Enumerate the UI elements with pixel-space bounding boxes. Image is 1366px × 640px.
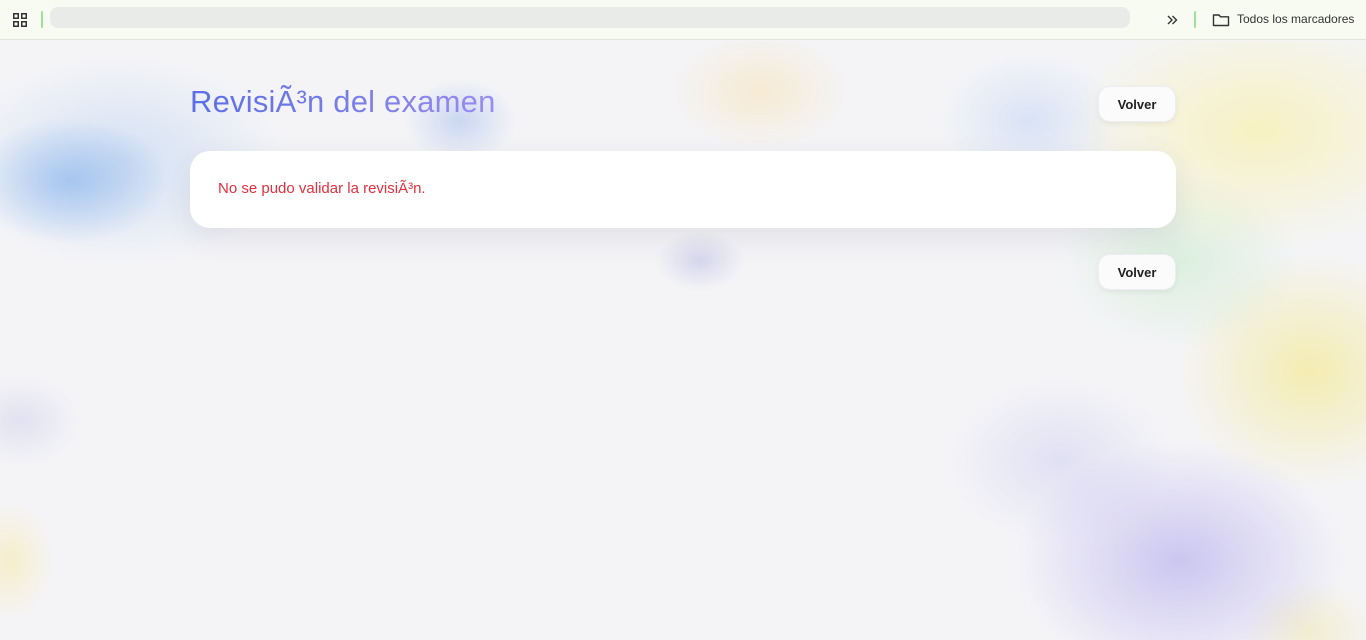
back-button[interactable]: Volver bbox=[1098, 86, 1176, 122]
all-bookmarks-link[interactable]: Todos los marcadores bbox=[1237, 12, 1354, 26]
apps-grid-icon[interactable] bbox=[13, 13, 27, 27]
blurred-bookmarks bbox=[50, 7, 1130, 28]
chevron-double-right-icon[interactable] bbox=[1164, 12, 1180, 28]
separator bbox=[41, 11, 43, 28]
folder-icon bbox=[1212, 14, 1230, 27]
watercolor-background bbox=[0, 41, 1366, 640]
separator bbox=[1194, 11, 1196, 28]
review-card: No se pudo validar la revisiÃ³n. bbox=[190, 151, 1176, 228]
error-message: No se pudo validar la revisiÃ³n. bbox=[218, 180, 426, 197]
bookmarks-bar: Todos los marcadores bbox=[0, 0, 1366, 40]
back-button-bottom[interactable]: Volver bbox=[1098, 254, 1176, 290]
page-title: RevisiÃ³n del examen bbox=[190, 84, 496, 119]
